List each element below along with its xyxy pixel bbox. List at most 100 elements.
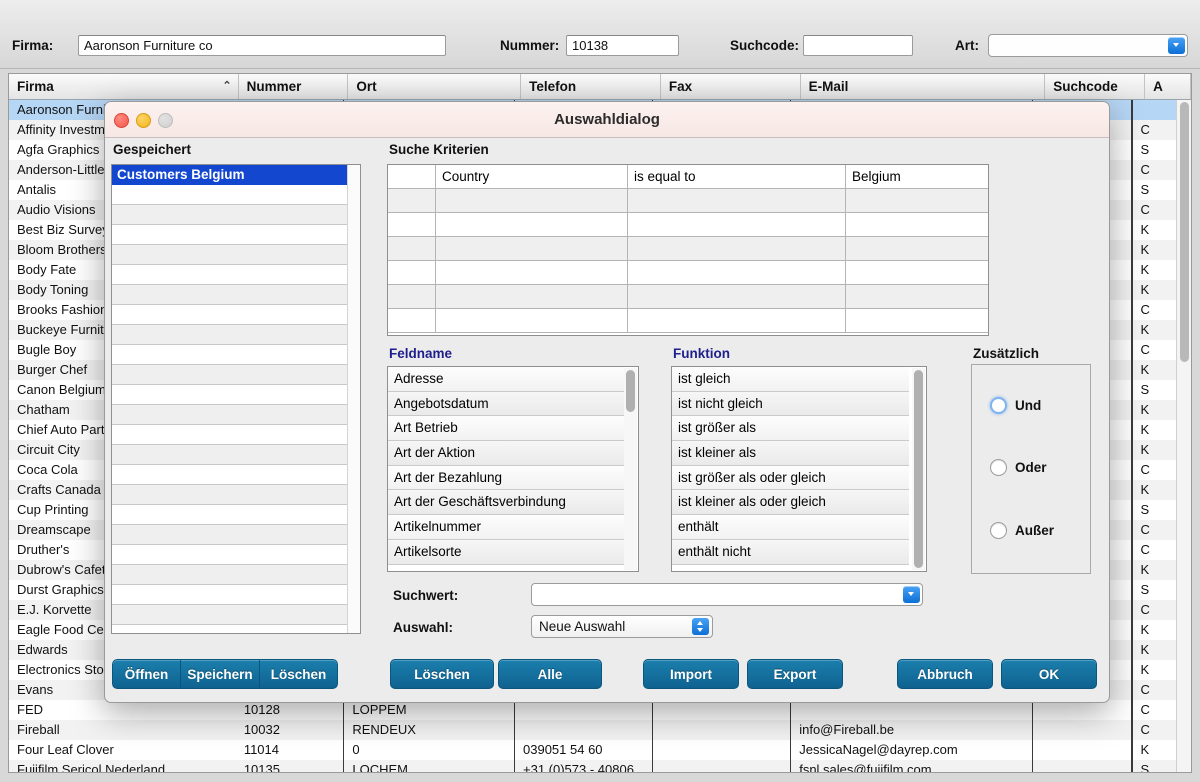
funktion-item[interactable]: enthält nicht: [672, 539, 909, 565]
criteria-cell-field[interactable]: [436, 261, 628, 284]
criteria-row[interactable]: [388, 309, 988, 333]
table-row[interactable]: FED 10128 LOPPEM C: [9, 700, 1177, 720]
saved-query-empty-row[interactable]: [112, 185, 360, 205]
zoom-button-icon[interactable]: [158, 113, 173, 128]
criteria-cell-function[interactable]: [628, 261, 846, 284]
fieldname-item[interactable]: Art der Aktion: [388, 441, 625, 466]
nummer-input[interactable]: 10138: [566, 35, 679, 56]
saved-query-empty-row[interactable]: [112, 205, 360, 225]
fieldname-item[interactable]: Art Betrieb: [388, 416, 625, 442]
saved-query-empty-row[interactable]: [112, 305, 360, 325]
saved-query-empty-row[interactable]: [112, 345, 360, 365]
criteria-cell-value[interactable]: [846, 261, 988, 284]
criteria-row[interactable]: [388, 189, 988, 213]
saved-query-empty-row[interactable]: [112, 285, 360, 305]
criteria-cell-field[interactable]: [436, 213, 628, 236]
radio-ausser[interactable]: Außer: [990, 522, 1054, 539]
criteria-row[interactable]: Country is equal to Belgium: [388, 165, 988, 189]
minimize-button-icon[interactable]: [136, 113, 151, 128]
criteria-cell-function[interactable]: is equal to: [628, 165, 846, 188]
saved-query-empty-row[interactable]: [112, 525, 360, 545]
funktion-item[interactable]: ist gleich: [672, 367, 909, 392]
criteria-cell-index[interactable]: [388, 285, 436, 308]
chevron-down-icon[interactable]: [1168, 37, 1185, 54]
column-header-nummer[interactable]: Nummer: [239, 74, 349, 99]
funktion-scrollbar[interactable]: [912, 368, 925, 570]
criteria-cell-field[interactable]: [436, 309, 628, 332]
firma-input[interactable]: Aaronson Furniture co: [78, 35, 446, 56]
saved-query-empty-row[interactable]: [112, 245, 360, 265]
criteria-row[interactable]: [388, 261, 988, 285]
fieldname-item[interactable]: Artikelsorte: [388, 539, 625, 565]
saved-query-empty-row[interactable]: [112, 465, 360, 485]
criteria-cell-field[interactable]: [436, 237, 628, 260]
speichern-button[interactable]: Speichern: [181, 659, 260, 689]
saved-query-empty-row[interactable]: [112, 385, 360, 405]
criteria-loeschen-button[interactable]: Löschen: [390, 659, 494, 689]
suchcode-input[interactable]: [803, 35, 913, 56]
criteria-cell-field[interactable]: Country: [436, 165, 628, 188]
saved-query-empty-row[interactable]: [112, 505, 360, 525]
chevron-up-down-icon[interactable]: [692, 618, 709, 635]
funktion-list[interactable]: ist gleich ist nicht gleich ist größer als…: [671, 366, 927, 572]
saved-query-empty-row[interactable]: [112, 405, 360, 425]
import-button[interactable]: Import: [643, 659, 739, 689]
criteria-cell-value[interactable]: [846, 213, 988, 236]
criteria-row[interactable]: [388, 213, 988, 237]
column-header-firma[interactable]: Firma ⌃: [9, 74, 239, 99]
criteria-row[interactable]: [388, 285, 988, 309]
table-row[interactable]: Four Leaf Clover 11014 0 039051 54 60 Jessic…: [9, 740, 1177, 760]
ok-button[interactable]: OK: [1001, 659, 1097, 689]
saved-query-empty-row[interactable]: [112, 365, 360, 385]
criteria-cell-index[interactable]: [388, 165, 436, 188]
criteria-row[interactable]: [388, 237, 988, 261]
funktion-item[interactable]: ist nicht gleich: [672, 391, 909, 417]
criteria-cell-function[interactable]: [628, 285, 846, 308]
column-header-telefon[interactable]: Telefon: [521, 74, 661, 99]
column-header-e-mail[interactable]: E-Mail: [801, 74, 1046, 99]
saved-query-empty-row[interactable]: [112, 425, 360, 445]
saved-query-empty-row[interactable]: [112, 585, 360, 605]
criteria-cell-index[interactable]: [388, 213, 436, 236]
criteria-cell-value[interactable]: [846, 285, 988, 308]
saved-query-empty-row[interactable]: [112, 225, 360, 245]
fieldname-item[interactable]: Art der Bezahlung: [388, 465, 625, 491]
funktion-item[interactable]: enthält: [672, 515, 909, 540]
funktion-item[interactable]: ist kleiner als oder gleich: [672, 490, 909, 516]
funktion-item[interactable]: ist größer als: [672, 416, 909, 442]
saved-queries-list[interactable]: Customers Belgium: [111, 164, 361, 634]
scrollbar-thumb[interactable]: [1180, 102, 1189, 362]
criteria-cell-field[interactable]: [436, 285, 628, 308]
saved-query-empty-row[interactable]: [112, 605, 360, 625]
saved-query-empty-row[interactable]: [112, 545, 360, 565]
radio-und[interactable]: Und: [990, 397, 1041, 414]
table-row[interactable]: Fireball 10032 RENDEUX info@Fireball.be C: [9, 720, 1177, 740]
criteria-cell-field[interactable]: [436, 189, 628, 212]
criteria-cell-index[interactable]: [388, 237, 436, 260]
saved-query-item[interactable]: Customers Belgium: [112, 165, 360, 185]
criteria-cell-function[interactable]: [628, 189, 846, 212]
column-header-ort[interactable]: Ort: [348, 74, 522, 99]
column-header-a[interactable]: A: [1145, 74, 1191, 99]
criteria-cell-index[interactable]: [388, 189, 436, 212]
criteria-cell-value[interactable]: Belgium: [846, 165, 988, 188]
criteria-cell-index[interactable]: [388, 309, 436, 332]
criteria-grid[interactable]: Country is equal to Belgium: [387, 164, 989, 336]
criteria-cell-value[interactable]: [846, 189, 988, 212]
scrollbar-thumb[interactable]: [914, 370, 923, 568]
saved-query-empty-row[interactable]: [112, 265, 360, 285]
fieldname-item[interactable]: Adresse: [388, 367, 625, 392]
export-button[interactable]: Export: [747, 659, 843, 689]
close-button-icon[interactable]: [114, 113, 129, 128]
fieldname-item[interactable]: Artikelnummer: [388, 515, 625, 540]
criteria-cell-value[interactable]: [846, 309, 988, 332]
art-combobox[interactable]: [988, 34, 1188, 57]
saved-query-empty-row[interactable]: [112, 445, 360, 465]
scrollbar-thumb[interactable]: [626, 370, 635, 412]
radio-oder[interactable]: Oder: [990, 459, 1047, 476]
table-row[interactable]: Fujifilm Sericol Nederland 10135 LOCHEM +31…: [9, 760, 1177, 772]
saved-query-empty-row[interactable]: [112, 325, 360, 345]
loeschen-saved-button[interactable]: Löschen: [260, 659, 338, 689]
suchwert-combobox[interactable]: [531, 583, 923, 606]
saved-query-empty-row[interactable]: [112, 565, 360, 585]
